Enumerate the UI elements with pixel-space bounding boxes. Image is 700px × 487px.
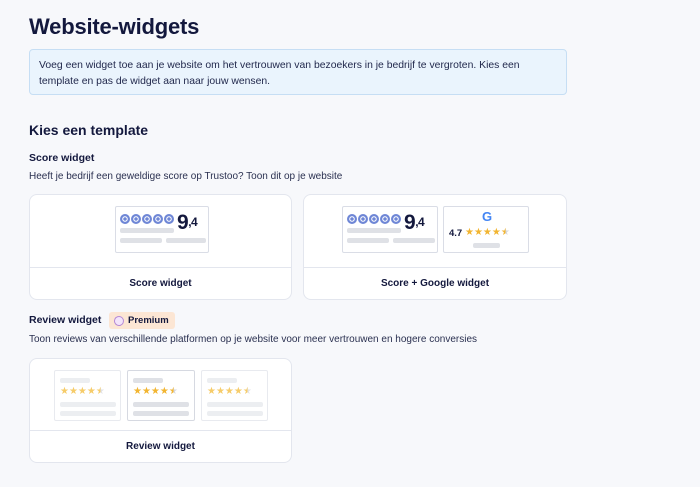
review-widget-label: Review widget <box>30 430 291 462</box>
review-stars-icon: ★★★★★ <box>133 386 178 397</box>
template-card-score-google-widget[interactable]: 9,4 G 4.7 ★★★★★ Score + Google widget <box>303 194 567 300</box>
review-card-mockup: ★★★★★ <box>127 370 195 421</box>
section-title-templates: Kies een template <box>29 122 149 138</box>
google-logo-icon: G <box>482 209 493 224</box>
score-value: 9,4 <box>404 211 425 234</box>
google-stars-icon: ★★★★★ <box>465 227 510 238</box>
review-card-mockup: ★★★★★ <box>54 370 121 421</box>
review-card-mockup: ★★★★★ <box>201 370 268 421</box>
review-stars-icon: ★★★★★ <box>60 386 105 397</box>
template-card-score-widget[interactable]: 9,4 Score widget <box>29 194 292 300</box>
trustoo-rating-circles-icon <box>347 214 401 224</box>
review-widget-description: Toon reviews van verschillende platforme… <box>29 334 478 345</box>
google-rating-value: 4.7 <box>449 228 463 239</box>
page-title: Website-widgets <box>29 14 200 39</box>
review-widget-preview: ★★★★★ ★★★★★ ★★★★★ <box>30 359 291 432</box>
score-widget-preview: 9,4 <box>30 195 291 268</box>
trustoo-rating-circles-icon <box>120 214 174 224</box>
score-widget-mockup: 9,4 <box>342 206 438 253</box>
score-value: 9,4 <box>177 211 198 234</box>
premium-badge: Premium <box>109 312 175 329</box>
score-widget-heading: Score widget <box>29 152 95 164</box>
score-widget-label: Score widget <box>30 267 291 299</box>
premium-tag-icon <box>112 314 126 327</box>
review-widget-heading: Review widget <box>29 314 102 326</box>
review-stars-icon: ★★★★★ <box>207 386 252 397</box>
score-widget-description: Heeft je bedrijf een geweldige score op … <box>29 171 343 182</box>
score-widget-mockup: 9,4 <box>115 206 209 253</box>
template-card-review-widget[interactable]: ★★★★★ ★★★★★ ★★★★★ Review widget <box>29 358 292 463</box>
info-banner: Voeg een widget toe aan je website om he… <box>29 49 567 95</box>
score-google-widget-label: Score + Google widget <box>304 267 566 299</box>
google-widget-mockup: G 4.7 ★★★★★ <box>443 206 529 253</box>
score-google-widget-preview: 9,4 G 4.7 ★★★★★ <box>304 195 566 268</box>
